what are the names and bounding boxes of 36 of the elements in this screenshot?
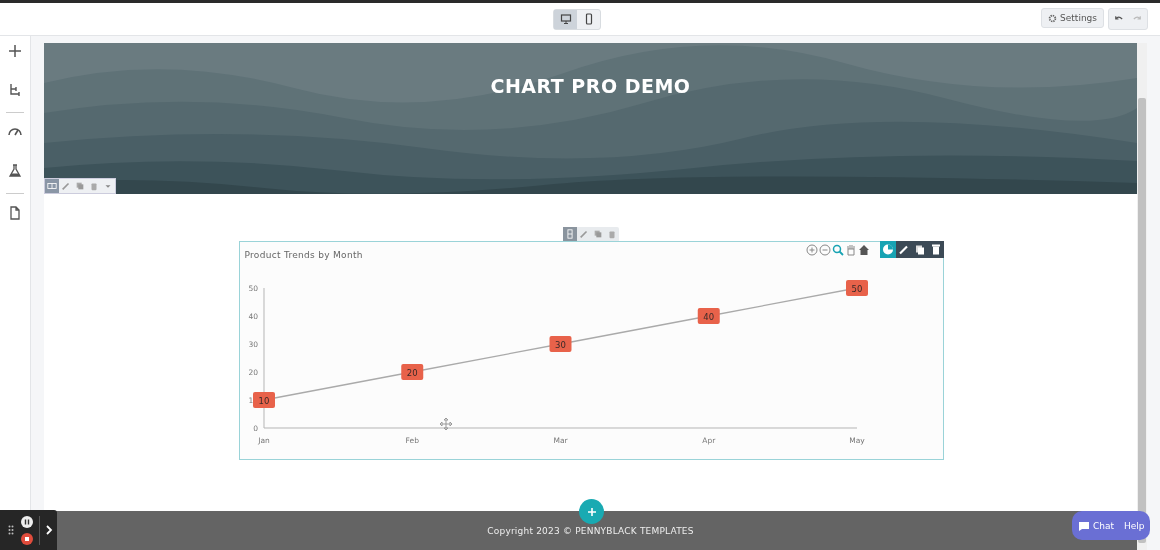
data-label: 40: [702, 311, 714, 322]
move-cursor-icon: [438, 417, 453, 431]
desktop-view-button[interactable]: [554, 9, 577, 29]
chat-button[interactable]: Chat: [1072, 519, 1115, 532]
data-label: 10: [258, 395, 269, 406]
data-label: 20: [400, 364, 423, 380]
home-icon[interactable]: [857, 244, 870, 256]
chat-bubble-icon: [1078, 519, 1090, 532]
pause-icon[interactable]: [21, 515, 33, 528]
data-label: 10: [252, 392, 275, 408]
zoom-out-icon[interactable]: [818, 244, 831, 256]
add-button[interactable]: [579, 499, 604, 524]
gear-icon: [1048, 13, 1058, 23]
help-button[interactable]: Help: [1114, 520, 1145, 531]
add-icon[interactable]: [8, 44, 22, 58]
data-label: 20: [406, 367, 418, 378]
hero-title: CHART PRO DEMO: [490, 75, 691, 99]
copyright-text: Copyright 2023 © PENNYBLACK TEMPLATES: [487, 526, 694, 536]
settings-button[interactable]: Settings: [1041, 8, 1104, 28]
drag-handle-icon[interactable]: [8, 525, 14, 535]
chevron-right-icon[interactable]: [45, 524, 53, 536]
flask-icon[interactable]: [8, 164, 22, 178]
tree-icon[interactable]: [8, 83, 22, 97]
data-label: 30: [549, 336, 571, 352]
data-label: 40: [697, 308, 720, 324]
document-icon[interactable]: [8, 206, 22, 220]
plus-icon: [586, 506, 597, 517]
columns-icon[interactable]: [45, 179, 59, 193]
desktop-icon: [559, 13, 572, 25]
data-label: 30: [554, 339, 566, 350]
chart-title: Product Trends by Month: [244, 250, 363, 260]
data-label: 50: [851, 283, 862, 294]
stop-icon[interactable]: [21, 532, 33, 545]
data-label: 50: [845, 280, 868, 296]
zoom-in-icon[interactable]: [805, 244, 818, 256]
search-icon[interactable]: [831, 244, 844, 256]
